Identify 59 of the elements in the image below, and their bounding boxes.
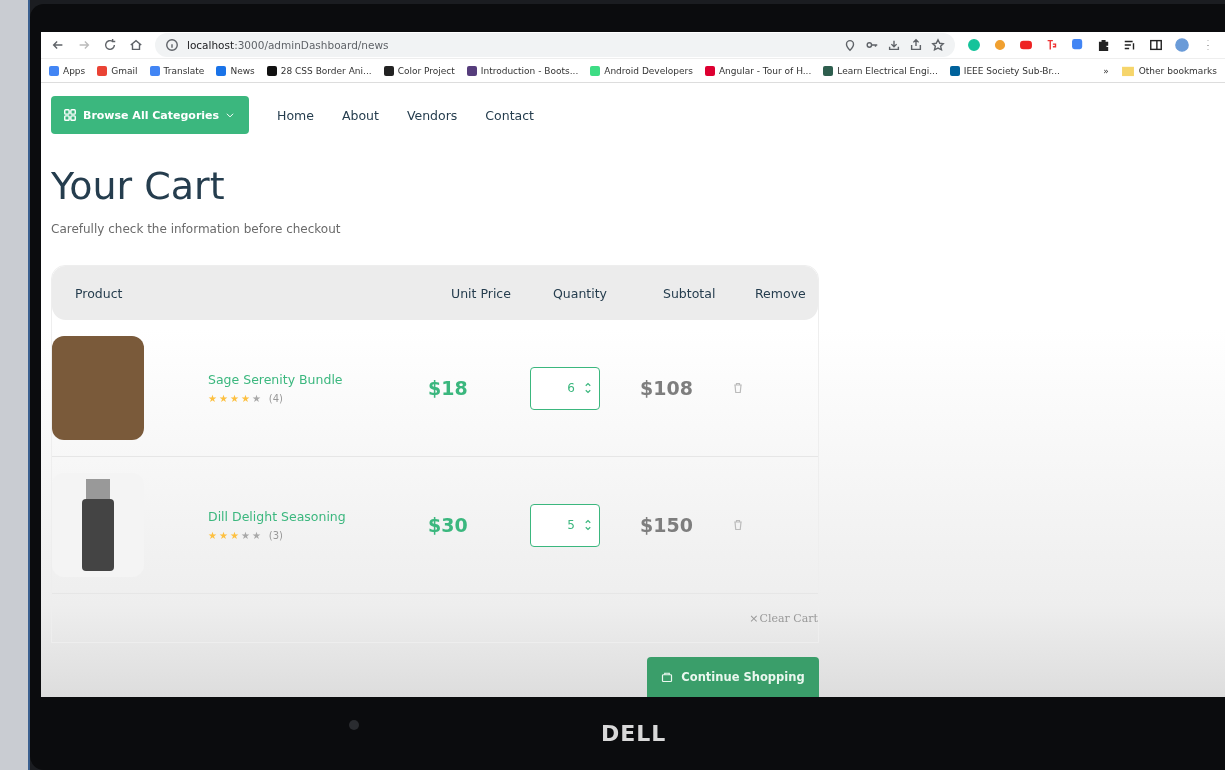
bookmark[interactable]: IEEE Society Sub-Br... bbox=[949, 65, 1060, 76]
location-pin-icon[interactable] bbox=[843, 38, 857, 53]
bookmark[interactable]: Gmail bbox=[97, 65, 138, 76]
column-header: Subtotal bbox=[663, 285, 717, 301]
stepper-icon[interactable] bbox=[582, 518, 594, 531]
avatar-icon[interactable] bbox=[1175, 38, 1189, 53]
column-header: Product bbox=[75, 285, 124, 301]
page-subtitle: Carefully check the information before checkout bbox=[51, 221, 342, 237]
star-icon: ★ bbox=[229, 530, 239, 541]
home-icon[interactable] bbox=[129, 38, 143, 53]
column-header: Remove bbox=[755, 285, 807, 301]
share-icon[interactable] bbox=[909, 38, 923, 53]
bookmark[interactable]: Apps bbox=[49, 65, 86, 76]
bookmark[interactable]: Other bookmarks bbox=[1120, 63, 1217, 78]
star-icon: ★ bbox=[208, 393, 217, 404]
star-icon: ★ bbox=[251, 393, 261, 404]
nav-link[interactable]: About bbox=[341, 107, 379, 123]
page-title: Your Cart bbox=[51, 163, 226, 209]
star-icon: ★ bbox=[240, 393, 250, 404]
brand-logo: DELL bbox=[601, 721, 667, 746]
webcam bbox=[349, 720, 359, 730]
bookmark[interactable]: Introduction - Boots... bbox=[466, 65, 579, 76]
review-count: (3) bbox=[268, 530, 283, 541]
address-bar[interactable]: localhost:3000/adminDashboard/news bbox=[155, 33, 955, 58]
column-header: Unit Price bbox=[451, 285, 512, 301]
side-panel-icon[interactable] bbox=[1149, 38, 1163, 53]
bookmark[interactable]: Color Project bbox=[383, 65, 455, 76]
nav-link[interactable]: Vendors bbox=[406, 107, 458, 123]
bookmark[interactable]: Android Developers bbox=[590, 65, 693, 76]
subtotal: $150 bbox=[640, 514, 694, 536]
nav-link[interactable]: Home bbox=[277, 107, 314, 123]
review-count: (4) bbox=[268, 393, 283, 404]
bookmark[interactable]: Translate bbox=[149, 65, 205, 76]
star-icon: ★ bbox=[208, 530, 217, 541]
unit-price: $18 bbox=[428, 377, 469, 399]
star-icon: ★ bbox=[218, 530, 228, 541]
star-icon: ★ bbox=[229, 393, 239, 404]
subtotal: $108 bbox=[640, 377, 694, 399]
stepper-icon[interactable] bbox=[582, 381, 594, 394]
star-icon[interactable] bbox=[931, 38, 945, 53]
nav-link[interactable]: Contact bbox=[485, 107, 534, 123]
bookmark[interactable]: 28 CSS Border Ani... bbox=[266, 65, 372, 76]
url-text: localhost:3000/adminDashboard/news bbox=[187, 39, 389, 52]
star-icon: ★ bbox=[251, 530, 261, 541]
grid-icon[interactable] bbox=[63, 108, 77, 122]
star-icon: ★ bbox=[240, 530, 250, 541]
bookmark[interactable]: Angular - Tour of H... bbox=[704, 65, 812, 76]
unit-price: $30 bbox=[428, 514, 469, 536]
bookmark[interactable]: Learn Electrical Engi... bbox=[823, 65, 938, 76]
puzzle-icon[interactable] bbox=[1097, 38, 1111, 53]
chevron-down-icon[interactable] bbox=[225, 110, 236, 120]
column-header: Quantity bbox=[553, 285, 609, 301]
star-icon: ★ bbox=[218, 393, 228, 404]
bookmark[interactable]: News bbox=[216, 65, 255, 76]
more-bookmarks[interactable]: » bbox=[1103, 65, 1109, 76]
bag-icon[interactable] bbox=[661, 671, 674, 683]
reload-icon[interactable] bbox=[103, 38, 117, 53]
install-icon[interactable] bbox=[887, 38, 901, 53]
info-icon[interactable] bbox=[165, 38, 179, 53]
